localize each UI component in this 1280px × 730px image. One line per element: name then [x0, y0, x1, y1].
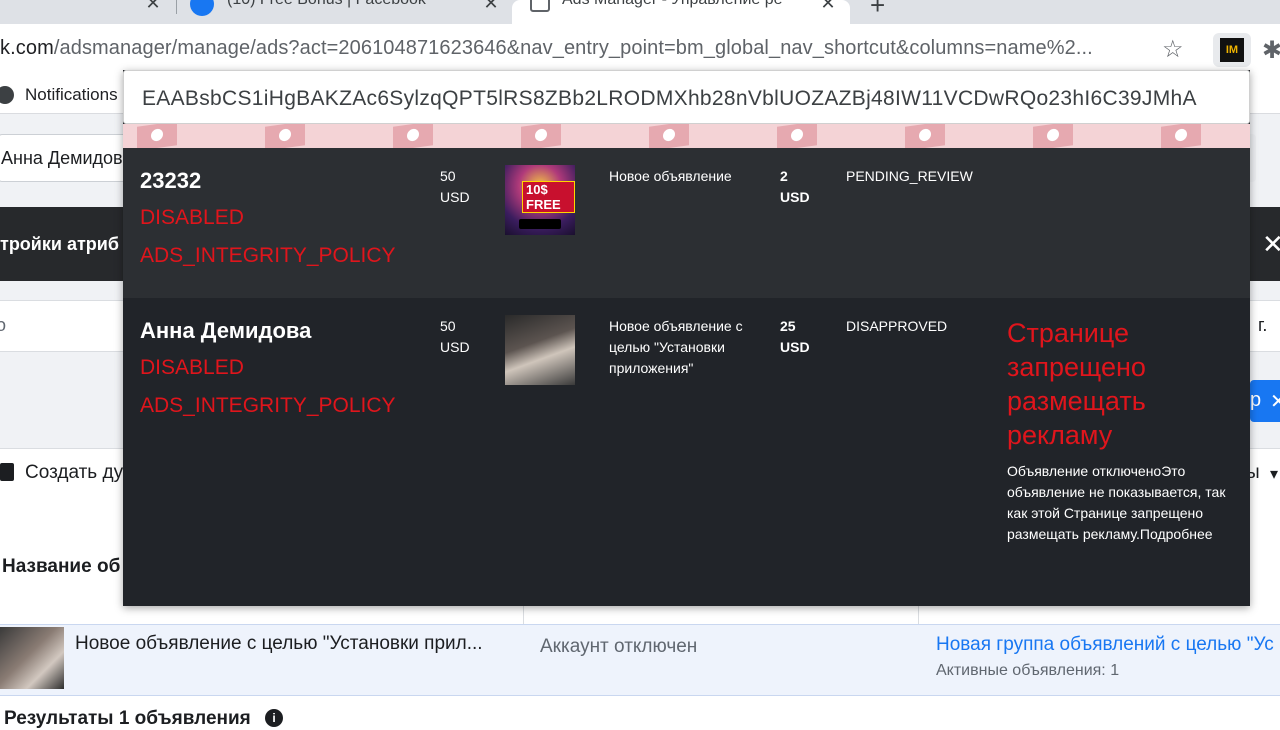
rejection-title: Странице запрещено размещать рекламу	[1007, 318, 1146, 450]
account-name: Анна Демидова	[140, 318, 312, 343]
duplicate-icon	[0, 463, 14, 481]
spend-amount: 2	[780, 168, 788, 184]
spend-cell: 2 USD	[780, 166, 810, 208]
pattern-dot	[1175, 128, 1187, 142]
tab-title: (10) Free Bonus | Facebook	[227, 0, 457, 9]
pattern-tile	[777, 124, 817, 148]
review-status: DISAPPROVED	[846, 318, 948, 334]
url-text[interactable]: k.com/adsmanager/manage/ads?act=20610487…	[0, 37, 1093, 60]
ad-account-row: Анна Демидова DISABLED ADS_INTEGRITY_POL…	[123, 298, 1250, 606]
pattern-tile	[1033, 124, 1073, 148]
access-token-text[interactable]: EAABsbCS1iHgBAKZAc6SylzqQPT5lRS8ZBb2LROD…	[142, 87, 1197, 111]
browser-tab-1[interactable]: ✕	[0, 0, 175, 24]
chevron-down-icon[interactable]: ▾	[1270, 464, 1278, 484]
url-path: /adsmanager/manage/ads?act=2061048716236…	[53, 37, 1093, 59]
extension-overlay-panel: EAABsbCS1iHgBAKZAc6SylzqQPT5lRS8ZBb2LROD…	[123, 70, 1250, 606]
blue-button-label: р	[1250, 389, 1262, 411]
account-select-value: Анна Демидова	[1, 148, 133, 168]
tab-close-icon[interactable]: ✕	[483, 0, 499, 12]
pattern-dot	[791, 128, 803, 142]
account-status: DISABLED	[140, 356, 244, 379]
close-icon: ✕	[1270, 391, 1280, 413]
review-status: PENDING_REVIEW	[846, 168, 973, 184]
spend-currency: USD	[780, 339, 810, 355]
pattern-dot	[535, 128, 547, 142]
facebook-icon	[190, 0, 214, 16]
ad-account-row: 23232 DISABLED ADS_INTEGRITY_POLICY 50 U…	[123, 148, 1250, 298]
ad-name: Новое объявление с целью "Установки прил…	[609, 318, 743, 376]
access-token-field[interactable]: EAABsbCS1iHgBAKZAc6SylzqQPT5lRS8ZBb2LROD…	[123, 70, 1250, 124]
banner-text: тройки атриб	[0, 234, 119, 254]
ad-creative-thumbnail: 10$ FREE	[505, 165, 575, 235]
new-tab-icon[interactable]: +	[870, 0, 885, 18]
ad-delivery-status: Аккаунт отключен	[540, 636, 698, 657]
bookmark-notifications[interactable]: Notifications	[25, 85, 118, 105]
budget-amount: 50	[440, 318, 456, 334]
search-placeholder: о	[0, 315, 7, 335]
column-header-name[interactable]: Название об	[2, 556, 120, 578]
pattern-dot	[279, 128, 291, 142]
ad-thumbnail	[0, 627, 64, 689]
spend-amount: 25	[780, 318, 796, 334]
disable-reason: ADS_INTEGRITY_POLICY	[140, 244, 396, 267]
pattern-dot	[919, 128, 931, 142]
banner-close-icon[interactable]: ✕	[1262, 231, 1280, 257]
results-summary-row: Результаты 1 объявления i	[0, 696, 1280, 729]
account-name: 23232	[140, 168, 202, 193]
ad-creative-thumbnail	[505, 315, 575, 385]
tab-title: Ads Manager - Управление ре	[562, 0, 810, 9]
spend-currency: USD	[780, 189, 810, 205]
pattern-tile	[393, 124, 433, 148]
info-icon[interactable]: i	[265, 709, 283, 727]
budget-currency: USD	[440, 189, 470, 205]
browser-tab-ads-manager[interactable]: Ads Manager - Управление ре ✕	[512, 0, 850, 24]
divider-fix	[0, 0, 1, 1]
ads-manager-icon	[530, 0, 550, 12]
bookmark-star-icon[interactable]: ☆	[1162, 35, 1184, 64]
thumbnail-badge: 10$ FREE	[522, 181, 575, 213]
extensions-puzzle-icon[interactable]: ✱	[1262, 36, 1280, 65]
blue-action-button[interactable]: р ✕	[1250, 380, 1280, 422]
im-icon: IM	[1220, 38, 1244, 62]
pattern-tile	[137, 124, 177, 148]
url-domain: k.com	[0, 37, 54, 59]
extension-im-button[interactable]: IM	[1213, 33, 1251, 67]
account-select[interactable]: Анна Демидова	[0, 134, 138, 182]
budget-cell: 50 USD	[440, 316, 470, 358]
ad-set-link[interactable]: Новая группа объявлений с целью "Ус	[936, 634, 1274, 656]
pattern-tile	[649, 124, 689, 148]
results-label: Результаты 1 объявления	[4, 708, 251, 729]
disable-reason: ADS_INTEGRITY_POLICY	[140, 394, 396, 417]
pattern-dot	[663, 128, 675, 142]
tab-close-icon[interactable]: ✕	[820, 0, 836, 12]
pattern-dot	[1047, 128, 1059, 142]
pattern-dot	[151, 128, 163, 142]
ad-name-link[interactable]: Новое объявление с целью "Установки прил…	[75, 633, 483, 655]
google-play-badge-icon	[519, 219, 561, 229]
browser-tabstrip: ✕ (10) Free Bonus | Facebook ✕ Ads Manag…	[0, 0, 1280, 24]
budget-cell: 50 USD	[440, 166, 470, 208]
decorative-pattern-band	[123, 124, 1250, 148]
budget-currency: USD	[440, 339, 470, 355]
budget-amount: 50	[440, 168, 456, 184]
duplicate-button[interactable]: Создать ду	[25, 462, 123, 484]
pattern-tile	[905, 124, 945, 148]
account-status: DISABLED	[140, 206, 244, 229]
ad-set-active-count: Активные объявления: 1	[936, 662, 1120, 679]
spend-cell: 25 USD	[780, 316, 810, 358]
pattern-dot	[407, 128, 419, 142]
pattern-tile	[1161, 124, 1201, 148]
bookmark-globe-icon	[0, 86, 14, 104]
pattern-tile	[265, 124, 305, 148]
table-row[interactable]: Новое объявление с целью "Установки прил…	[0, 624, 1280, 696]
browser-tab-facebook[interactable]: (10) Free Bonus | Facebook ✕	[177, 0, 510, 24]
tab-close-icon[interactable]: ✕	[145, 0, 161, 12]
date-label: г.	[1258, 315, 1268, 335]
address-bar[interactable]: k.com/adsmanager/manage/ads?act=20610487…	[0, 24, 1280, 76]
rejection-description: Объявление отключеноЭто объявление не по…	[1007, 463, 1226, 542]
pattern-tile	[521, 124, 561, 148]
ad-name: Новое объявление	[609, 168, 732, 184]
